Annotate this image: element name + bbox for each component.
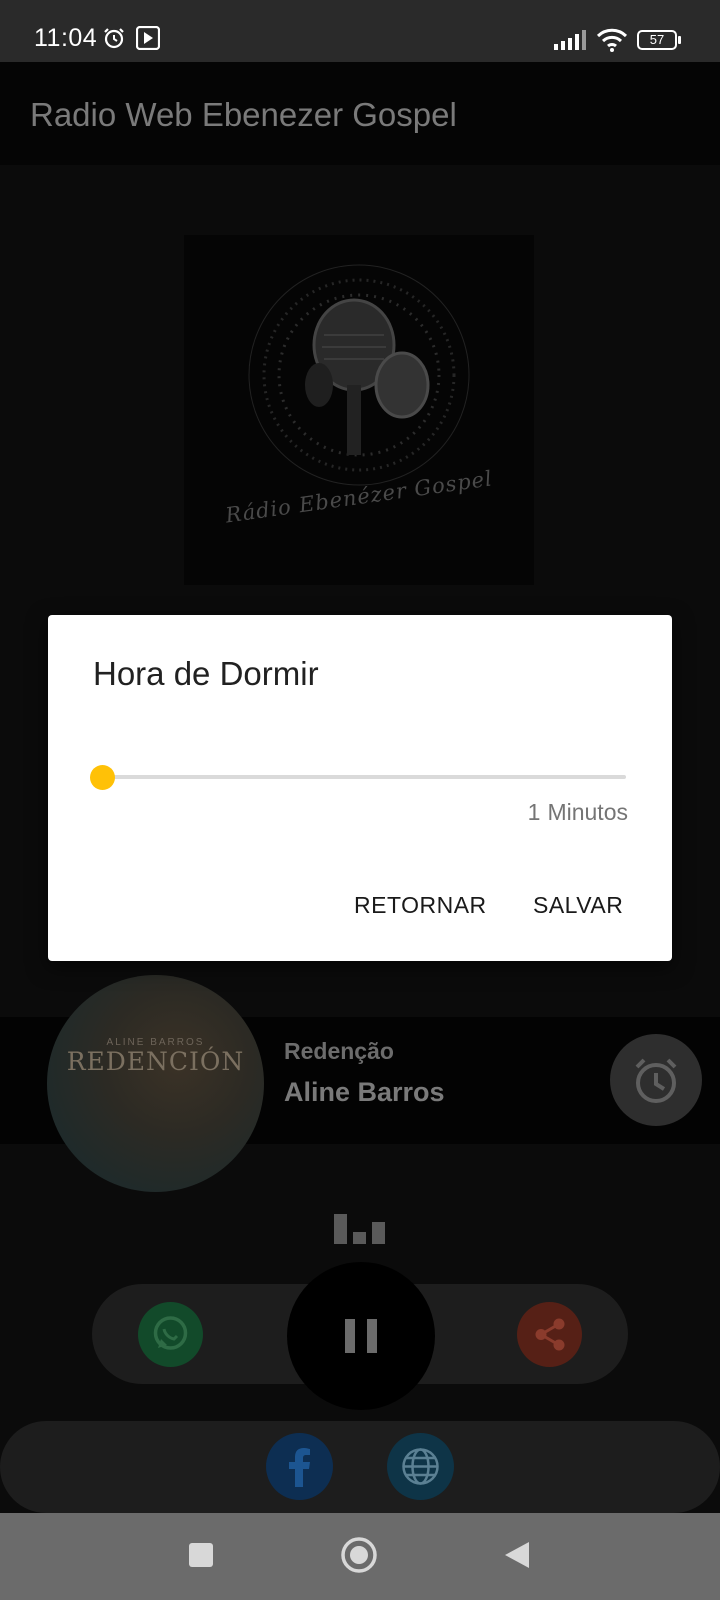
- social-bar: [0, 1421, 720, 1513]
- system-nav-bar: [0, 1513, 720, 1600]
- triangle-back-icon: [505, 1542, 529, 1568]
- square-icon: [189, 1543, 213, 1567]
- status-bar: 11:04 57: [0, 0, 720, 62]
- alarm-icon: [104, 28, 124, 49]
- save-button[interactable]: SALVAR: [533, 892, 623, 919]
- slider-value: 1: [527, 799, 541, 825]
- alarm-clock-icon: [635, 1058, 677, 1103]
- app-title: Radio Web Ebenezer Gospel: [30, 96, 457, 133]
- share-icon: [535, 1318, 565, 1351]
- slider-track[interactable]: [96, 775, 626, 779]
- song-title: Redenção: [284, 1038, 394, 1064]
- share-button[interactable]: [517, 1302, 582, 1367]
- recents-button[interactable]: [188, 1542, 214, 1568]
- sleep-timer-dialog: Hora de Dormir 1 Minutos RETORNAR SALVAR: [48, 615, 672, 961]
- circle-icon: [341, 1537, 377, 1573]
- signal-icon: [554, 30, 586, 50]
- whatsapp-button[interactable]: [138, 1302, 203, 1367]
- globe-icon: [402, 1448, 439, 1485]
- battery-icon: 57: [637, 30, 677, 50]
- station-logo: Rádio Ebenézer Gospel: [184, 235, 534, 585]
- microphone-icon: [248, 264, 470, 486]
- home-button[interactable]: [340, 1536, 378, 1574]
- whatsapp-icon: [153, 1316, 188, 1350]
- album-art-title: REDENCIÓN: [66, 1047, 245, 1076]
- back-button[interactable]: [503, 1540, 531, 1570]
- facebook-icon: [289, 1448, 310, 1487]
- sleep-timer-button[interactable]: [610, 1034, 702, 1126]
- battery-level: 57: [649, 32, 665, 47]
- slider-unit: Minutos: [547, 799, 628, 825]
- pause-button[interactable]: [287, 1262, 435, 1410]
- battery-tip: [678, 36, 681, 44]
- status-time: 11:04: [34, 24, 98, 52]
- wifi-icon: [596, 28, 628, 52]
- play-store-icon: [136, 26, 160, 50]
- app-bar: Radio Web Ebenezer Gospel: [0, 62, 720, 165]
- slider-value-label: 1 Minutos: [528, 799, 628, 826]
- website-button[interactable]: [387, 1433, 454, 1500]
- equalizer-icon: [334, 1214, 385, 1244]
- facebook-button[interactable]: [266, 1433, 333, 1500]
- dialog-title: Hora de Dormir: [93, 655, 319, 692]
- song-artist: Aline Barros: [284, 1077, 445, 1107]
- pause-icon: [345, 1319, 377, 1353]
- album-art: ALINE BARROS REDENCIÓN: [47, 975, 264, 1192]
- return-button[interactable]: RETORNAR: [354, 892, 487, 919]
- slider-thumb[interactable]: [89, 765, 115, 790]
